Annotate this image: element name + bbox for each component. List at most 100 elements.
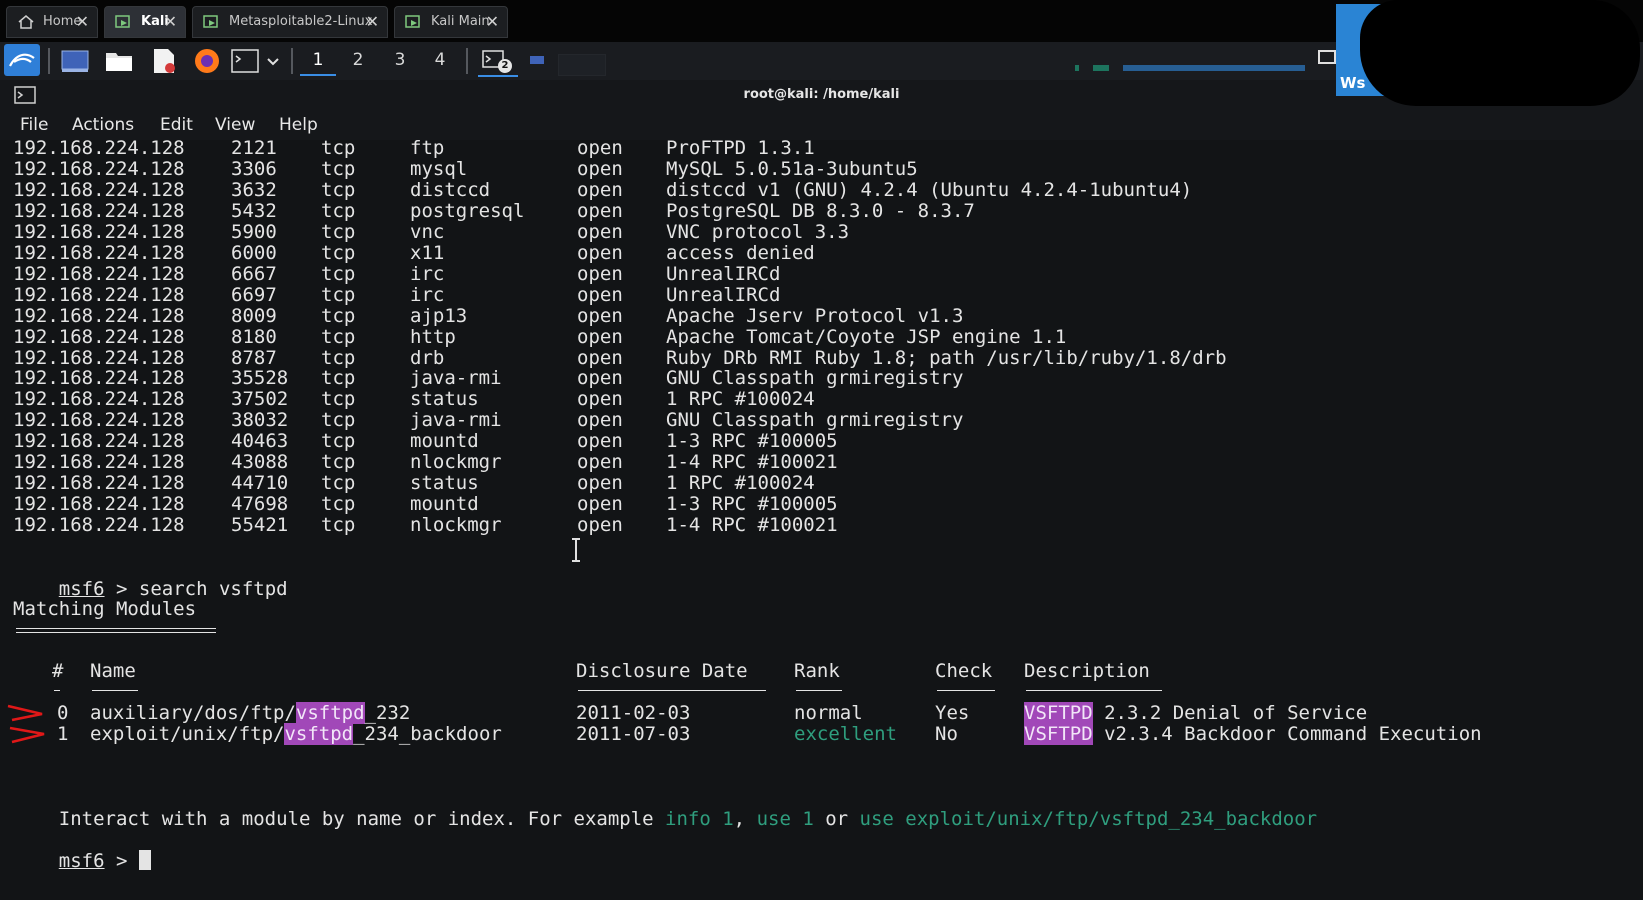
ip-cell: 192.168.224.128 bbox=[13, 472, 185, 495]
terminal-output[interactable]: 192.168.224.128 2121 tcp ftp open ProFTPD 1.3… bbox=[0, 137, 1643, 900]
tab-label: Kali Main bbox=[431, 14, 490, 29]
header-underline bbox=[92, 690, 138, 691]
service-row: 192.168.224.128 37502 tcp status open 1 RPC #… bbox=[13, 388, 1613, 410]
use-command-link[interactable]: use 1 bbox=[757, 808, 814, 830]
service-cell: irc bbox=[410, 283, 445, 306]
menu-file[interactable]: File bbox=[20, 110, 48, 140]
menu-actions[interactable]: Actions bbox=[72, 110, 134, 140]
ip-cell: 192.168.224.128 bbox=[13, 199, 185, 222]
menu-view[interactable]: View bbox=[215, 110, 255, 140]
kali-menu-icon[interactable] bbox=[4, 44, 40, 76]
msf-prompt: msf6 bbox=[58, 850, 105, 872]
state-cell: open bbox=[577, 241, 623, 264]
tab-kali[interactable]: Kali ✕ bbox=[104, 6, 186, 38]
version-cell: access denied bbox=[666, 241, 815, 264]
description-text: 2.3.2 Denial of Service bbox=[1092, 702, 1368, 724]
workspace-4[interactable]: 4 bbox=[422, 46, 458, 74]
service-cell: mysql bbox=[410, 157, 468, 180]
use-full-command-link[interactable]: use exploit/unix/ftp/vsftpd_234_backdoor bbox=[860, 808, 1318, 830]
service-row: 192.168.224.128 6000 tcp x11 open access deni… bbox=[13, 242, 1613, 264]
port-cell: 43088 bbox=[231, 451, 289, 474]
port-cell: 38032 bbox=[231, 409, 289, 432]
show-desktop-icon[interactable] bbox=[60, 47, 90, 75]
workspace-2[interactable]: 2 bbox=[340, 46, 376, 74]
search-highlight: vsftpd bbox=[295, 702, 365, 724]
service-cell: x11 bbox=[410, 241, 445, 264]
port-cell: 55421 bbox=[231, 514, 289, 537]
final-prompt-line[interactable]: msf6 > bbox=[13, 828, 151, 872]
module-name[interactable]: auxiliary/dos/ftp/vsftpd_232 bbox=[90, 702, 410, 724]
service-row: 192.168.224.128 5900 tcp vnc open VNC protoco… bbox=[13, 221, 1613, 243]
proto-cell: tcp bbox=[321, 262, 356, 285]
state-cell: open bbox=[577, 346, 623, 369]
service-cell: status bbox=[410, 472, 479, 495]
header-underline bbox=[937, 690, 995, 691]
chevron-down-icon[interactable] bbox=[264, 47, 282, 75]
port-cell: 5432 bbox=[231, 199, 277, 222]
service-cell: java-rmi bbox=[410, 367, 502, 390]
tab-metasploitable[interactable]: Metasploitable2-Linux ✕ bbox=[192, 6, 388, 38]
workspace-1[interactable]: 1 bbox=[300, 46, 336, 76]
search-highlight: vsftpd bbox=[284, 723, 354, 745]
tab-kali-main[interactable]: Kali Main ✕ bbox=[394, 6, 508, 38]
header-underline bbox=[54, 690, 60, 691]
state-cell: open bbox=[577, 137, 623, 159]
overlay-text: Ws bbox=[1340, 74, 1366, 92]
menu-help[interactable]: Help bbox=[279, 110, 318, 140]
file-manager-icon[interactable] bbox=[104, 47, 134, 75]
close-icon[interactable]: ✕ bbox=[366, 7, 379, 37]
proto-cell: tcp bbox=[321, 388, 356, 411]
workspace-3[interactable]: 3 bbox=[382, 46, 418, 74]
tab-home[interactable]: Home ✕ bbox=[6, 6, 98, 38]
port-cell: 6667 bbox=[231, 262, 277, 285]
state-cell: open bbox=[577, 178, 623, 201]
ip-cell: 192.168.224.128 bbox=[13, 283, 185, 306]
port-cell: 8180 bbox=[231, 325, 277, 348]
header-description: Description bbox=[1024, 660, 1150, 682]
module-row[interactable]: 1 exploit/unix/ftp/vsftpd_234_backdoor 201… bbox=[13, 723, 1613, 745]
ip-cell: 192.168.224.128 bbox=[13, 409, 185, 432]
matching-modules-title: Matching Modules bbox=[13, 598, 197, 620]
vm-icon bbox=[405, 15, 420, 28]
window-title: root@kali: /home/kali bbox=[743, 87, 900, 102]
menu-edit[interactable]: Edit bbox=[160, 110, 193, 140]
proto-cell: tcp bbox=[321, 514, 356, 537]
module-name[interactable]: exploit/unix/ftp/vsftpd_234_backdoor bbox=[90, 723, 502, 745]
check-value: Yes bbox=[935, 702, 970, 724]
header-underline bbox=[578, 690, 766, 691]
module-row[interactable]: 0 auxiliary/dos/ftp/vsftpd_232 2011-02-03 n… bbox=[13, 702, 1613, 724]
text-editor-icon[interactable] bbox=[148, 47, 178, 75]
search-highlight: VSFTPD bbox=[1024, 723, 1093, 745]
firefox-icon[interactable] bbox=[192, 47, 222, 75]
service-cell: http bbox=[410, 325, 456, 348]
proto-cell: tcp bbox=[321, 178, 356, 201]
proto-cell: tcp bbox=[321, 451, 356, 474]
service-row: 192.168.224.128 47698 tcp mountd open 1-3 RPC… bbox=[13, 493, 1613, 515]
module-index: 0 bbox=[57, 702, 69, 724]
taskbar-placeholder bbox=[558, 54, 606, 76]
version-cell: 1-3 RPC #100005 bbox=[666, 493, 838, 516]
port-cell: 2121 bbox=[231, 137, 277, 159]
search-highlight: VSFTPD bbox=[1024, 702, 1093, 724]
command-text: search vsftpd bbox=[138, 578, 288, 600]
monitor-icon[interactable] bbox=[1318, 50, 1336, 64]
header-underline bbox=[796, 690, 842, 691]
hint-separator: , bbox=[733, 808, 757, 830]
ip-cell: 192.168.224.128 bbox=[13, 220, 185, 243]
terminal-icon[interactable] bbox=[230, 47, 260, 75]
service-cell: mountd bbox=[410, 430, 479, 453]
service-row: 192.168.224.128 43088 tcp nlockmgr open 1-4 R… bbox=[13, 451, 1613, 473]
version-cell: UnrealIRCd bbox=[666, 262, 781, 285]
taskbar-terminal-button[interactable]: 2 bbox=[478, 47, 518, 77]
ip-cell: 192.168.224.128 bbox=[13, 325, 185, 348]
redacted-face bbox=[1360, 0, 1640, 106]
header-underline bbox=[1026, 690, 1162, 691]
close-icon[interactable]: ✕ bbox=[486, 7, 499, 37]
close-icon[interactable]: ✕ bbox=[164, 7, 177, 37]
taskbar-window-button[interactable] bbox=[528, 47, 548, 75]
close-icon[interactable]: ✕ bbox=[76, 7, 89, 37]
proto-cell: tcp bbox=[321, 137, 356, 159]
red-arrow-annotation bbox=[7, 704, 45, 744]
version-cell: VNC protocol 3.3 bbox=[666, 220, 850, 243]
info-command-link[interactable]: info 1 bbox=[665, 808, 734, 830]
